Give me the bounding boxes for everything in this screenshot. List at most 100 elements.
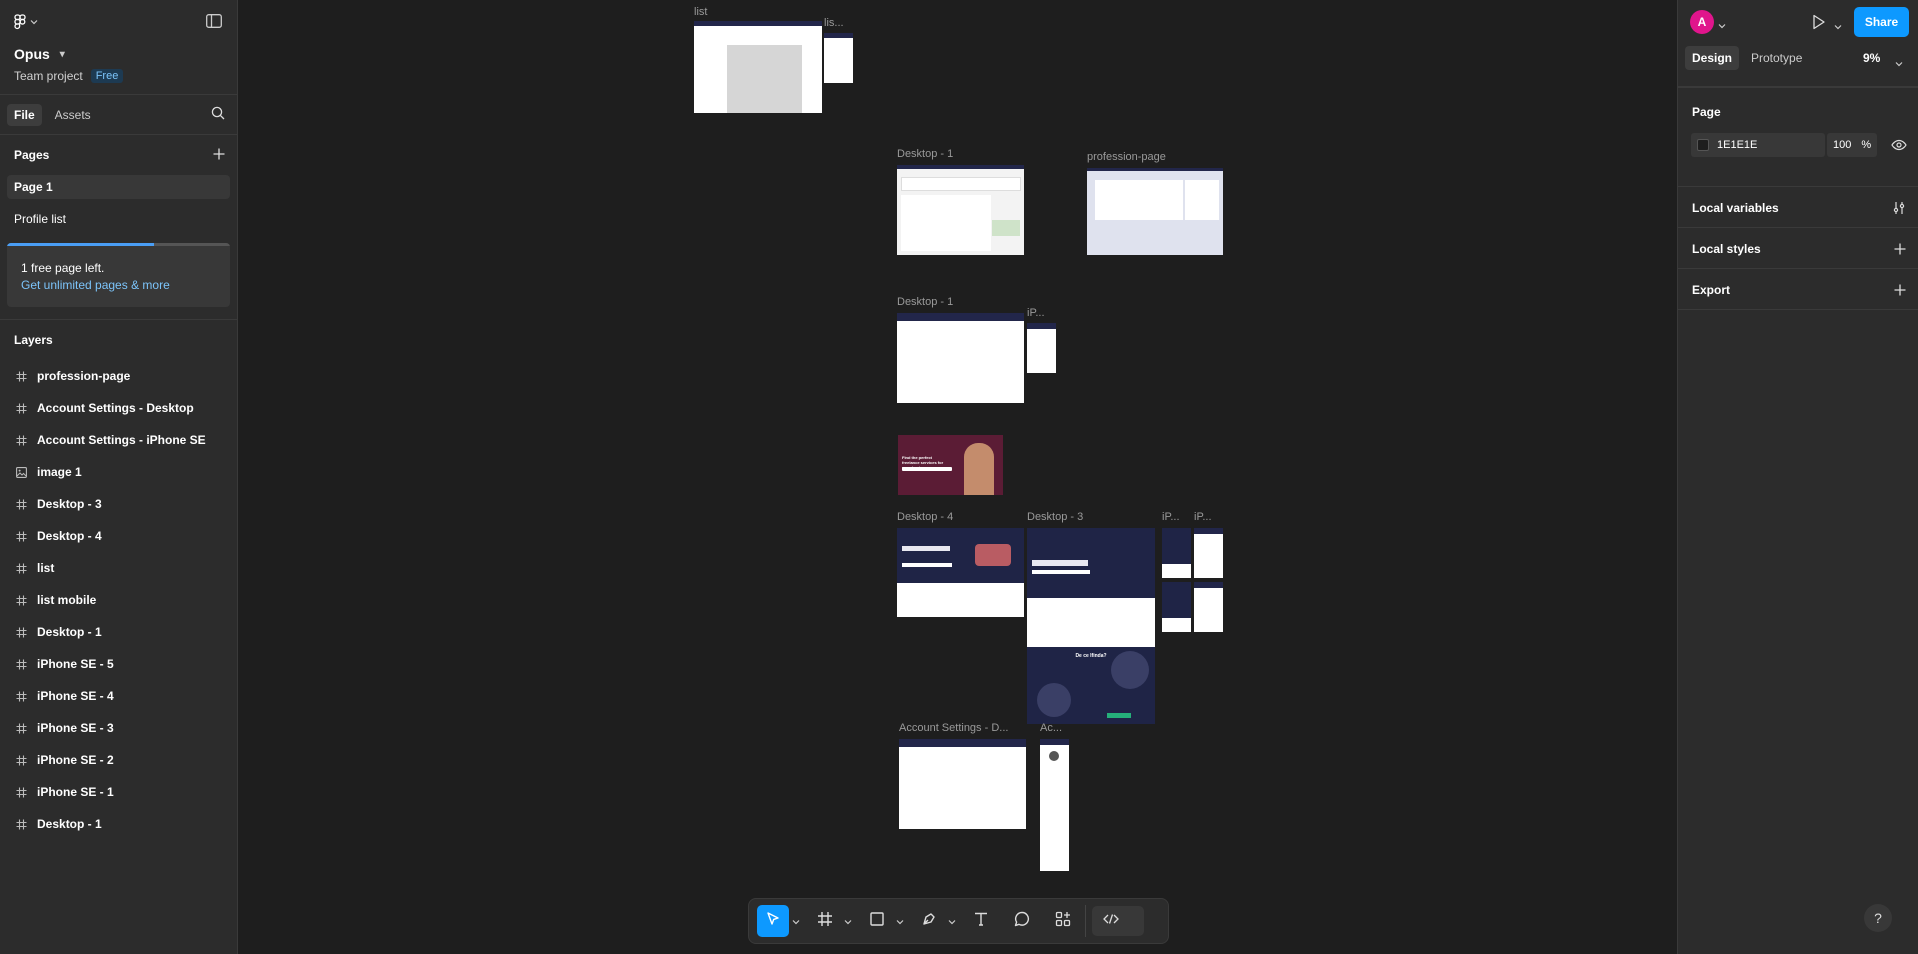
layer-item[interactable]: profession-page <box>0 360 237 392</box>
page-opacity-input[interactable]: 100 % <box>1827 133 1877 157</box>
local-variables-section[interactable]: Local variables <box>1678 187 1918 228</box>
frame-list[interactable] <box>694 21 822 113</box>
hero-headline-bar <box>902 546 950 551</box>
layer-item[interactable]: iPhone SE - 1 <box>0 776 237 808</box>
page-fill-input[interactable]: 1E1E1E <box>1691 133 1825 157</box>
plus-icon <box>1894 283 1906 300</box>
tab-file[interactable]: File <box>7 103 42 126</box>
move-tool-dropdown[interactable] <box>789 905 803 937</box>
frame-account-settings-iphone[interactable] <box>1040 739 1069 871</box>
upsell-link[interactable]: Get unlimited pages & more <box>21 278 170 292</box>
layer-item[interactable]: Account Settings - iPhone SE <box>0 424 237 456</box>
layer-item[interactable]: list <box>0 552 237 584</box>
chevron-down-icon[interactable] <box>1834 17 1842 35</box>
frame-label-iphone[interactable]: iP... <box>1027 307 1045 319</box>
frame-label-list-mobile[interactable]: lis... <box>824 17 844 29</box>
chevron-down-icon[interactable] <box>1718 16 1726 34</box>
toggle-sidebar-button[interactable] <box>206 14 222 33</box>
frame-desktop-1-b[interactable] <box>897 313 1024 403</box>
tab-prototype[interactable]: Prototype <box>1744 46 1809 70</box>
frame-label-account-settings-desktop[interactable]: Account Settings - D... <box>899 722 1008 734</box>
frame-iphone-se[interactable] <box>1194 528 1223 578</box>
frame-label-profession-page[interactable]: profession-page <box>1087 151 1166 163</box>
frame-label-desktop-1[interactable]: Desktop - 1 <box>897 148 953 160</box>
canvas[interactable]: list lis... Desktop - 1 profession-page … <box>239 0 1677 954</box>
color-swatch[interactable] <box>1697 139 1709 151</box>
pen-tool-button[interactable] <box>913 905 945 937</box>
frame-navbar <box>1194 528 1223 534</box>
zoom-level[interactable]: 9% <box>1863 51 1880 65</box>
layer-label: Desktop - 3 <box>37 497 102 511</box>
layer-item[interactable]: iPhone SE - 4 <box>0 680 237 712</box>
plan-badge[interactable]: Free <box>90 69 124 83</box>
shape-tool-button[interactable] <box>861 905 893 937</box>
project-name: Opus <box>14 46 50 62</box>
layer-item[interactable]: Account Settings - Desktop <box>0 392 237 424</box>
frame-label-desktop-4[interactable]: Desktop - 4 <box>897 511 953 523</box>
move-tool-button[interactable] <box>757 905 789 937</box>
actions-button[interactable] <box>1047 905 1079 937</box>
tab-design[interactable]: Design <box>1685 46 1740 70</box>
shape-tool-dropdown[interactable] <box>893 905 907 937</box>
frame-desktop-3[interactable]: De ce Ifinda? <box>1027 528 1155 724</box>
text-tool-button[interactable] <box>965 905 997 937</box>
help-button[interactable]: ? <box>1864 904 1892 932</box>
layer-label: image 1 <box>37 465 82 479</box>
frame-label-iphone[interactable]: iP... <box>1194 511 1212 523</box>
avatar[interactable]: A <box>1690 10 1714 34</box>
frame-iphone-se[interactable] <box>1162 528 1191 578</box>
frame-iphone-se[interactable] <box>1027 323 1056 373</box>
dev-mode-toggle[interactable] <box>1092 906 1144 936</box>
pen-tool-dropdown[interactable] <box>945 905 959 937</box>
frame-label-desktop-1[interactable]: Desktop - 1 <box>897 296 953 308</box>
frame-label-list[interactable]: list <box>694 6 707 18</box>
layer-item[interactable]: Desktop - 1 <box>0 808 237 840</box>
frame-content-block <box>1185 180 1219 220</box>
main-menu-button[interactable] <box>14 14 38 30</box>
frame-tool-dropdown[interactable] <box>841 905 855 937</box>
frame-icon <box>15 626 27 638</box>
local-styles-section[interactable]: Local styles <box>1678 228 1918 269</box>
layer-item[interactable]: Desktop - 4 <box>0 520 237 552</box>
layer-item[interactable]: iPhone SE - 2 <box>0 744 237 776</box>
comment-tool-button[interactable] <box>1006 905 1038 937</box>
layer-item[interactable]: iPhone SE - 3 <box>0 712 237 744</box>
page-item[interactable]: Page 1 <box>7 175 230 199</box>
layer-item[interactable]: list mobile <box>0 584 237 616</box>
frame-tool-button[interactable] <box>809 905 841 937</box>
frame-label-account-settings-iphone[interactable]: Ac... <box>1040 722 1062 734</box>
chevron-down-icon[interactable] <box>1895 54 1903 72</box>
present-button[interactable] <box>1812 14 1826 35</box>
add-page-button[interactable] <box>213 148 225 163</box>
layer-item[interactable]: image 1 <box>0 456 237 488</box>
share-button[interactable]: Share <box>1854 7 1909 37</box>
frame-label-desktop-3[interactable]: Desktop - 3 <box>1027 511 1083 523</box>
text-icon <box>973 911 989 932</box>
frame-account-settings-desktop[interactable] <box>899 739 1026 829</box>
frame-hero-section <box>1162 582 1191 618</box>
frame-profession-page[interactable] <box>1087 168 1223 255</box>
frame-desktop-4[interactable] <box>897 528 1024 617</box>
search-layers-button[interactable] <box>211 106 225 125</box>
chevron-down-icon <box>844 912 852 930</box>
tab-assets[interactable]: Assets <box>48 104 98 126</box>
frame-navbar <box>897 165 1024 169</box>
frame-desktop-1[interactable] <box>897 165 1024 255</box>
project-name-button[interactable]: Opus ▾ <box>14 46 65 62</box>
layer-item[interactable]: iPhone SE - 5 <box>0 648 237 680</box>
frame-icon <box>817 911 833 932</box>
image-1-hero[interactable]: Find the perfect freelance services for … <box>898 435 1003 495</box>
open-variables-button[interactable] <box>1892 201 1906 220</box>
layer-item[interactable]: Desktop - 1 <box>0 616 237 648</box>
frame-label-iphone[interactable]: iP... <box>1162 511 1180 523</box>
add-export-button[interactable] <box>1894 283 1906 301</box>
export-section[interactable]: Export <box>1678 269 1918 310</box>
visibility-toggle[interactable] <box>1891 138 1907 156</box>
add-style-button[interactable] <box>1894 242 1906 260</box>
frame-list-mobile[interactable] <box>824 33 853 83</box>
frame-iphone-se[interactable] <box>1162 582 1191 632</box>
frame-navbar <box>897 313 1024 321</box>
layer-item[interactable]: Desktop - 3 <box>0 488 237 520</box>
page-item[interactable]: Profile list <box>7 207 230 231</box>
frame-iphone-se[interactable] <box>1194 582 1223 632</box>
